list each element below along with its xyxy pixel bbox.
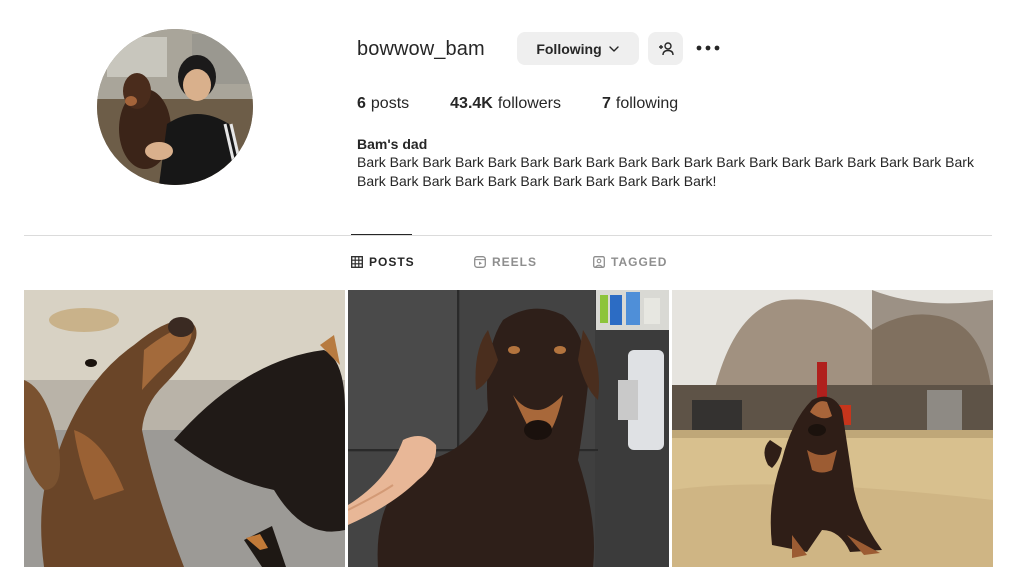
tab-posts-label: POSTS (369, 255, 415, 269)
following-count: 7 (602, 95, 611, 112)
profile-username: bowwow_bam (357, 38, 485, 60)
followers-label: followers (497, 95, 561, 112)
post-tile[interactable] (348, 290, 669, 567)
following-button[interactable]: Following (517, 32, 639, 65)
add-user-button[interactable] (648, 32, 683, 65)
tabs-divider (24, 235, 992, 236)
post-image (24, 290, 345, 567)
following-button-label: Following (536, 40, 602, 57)
post-image (672, 290, 993, 567)
followers-count: 43.4K (450, 95, 493, 112)
followers-stat[interactable]: 43.4K followers (450, 94, 561, 114)
reels-icon (474, 256, 486, 268)
posts-count: 6 (357, 95, 366, 112)
posts-stat: 6 posts (357, 94, 409, 114)
post-tile[interactable] (24, 290, 345, 567)
post-image (348, 290, 669, 567)
posts-label: posts (370, 95, 410, 112)
add-person-icon (658, 41, 674, 55)
more-options-button[interactable] (694, 36, 722, 60)
bio-text: Bark Bark Bark Bark Bark Bark Bark Bark … (357, 154, 974, 189)
grid-icon (351, 256, 363, 268)
profile-stats: 6 posts 43.4K followers 7 following (357, 94, 719, 114)
tab-tagged-label: TAGGED (611, 255, 668, 269)
tab-reels-label: REELS (492, 255, 538, 269)
following-stat[interactable]: 7 following (602, 94, 678, 114)
following-label: following (615, 95, 679, 112)
bio-name: Bam's dad (357, 136, 428, 152)
tab-tagged[interactable]: TAGGED (593, 255, 667, 269)
post-tile[interactable] (672, 290, 993, 567)
chevron-down-icon (608, 45, 619, 52)
tab-reels[interactable]: REELS (474, 255, 537, 269)
more-icon (696, 45, 720, 51)
tab-posts[interactable]: POSTS (351, 255, 415, 269)
profile-avatar[interactable] (97, 29, 253, 185)
tagged-icon (593, 256, 605, 268)
active-tab-indicator (351, 234, 412, 235)
